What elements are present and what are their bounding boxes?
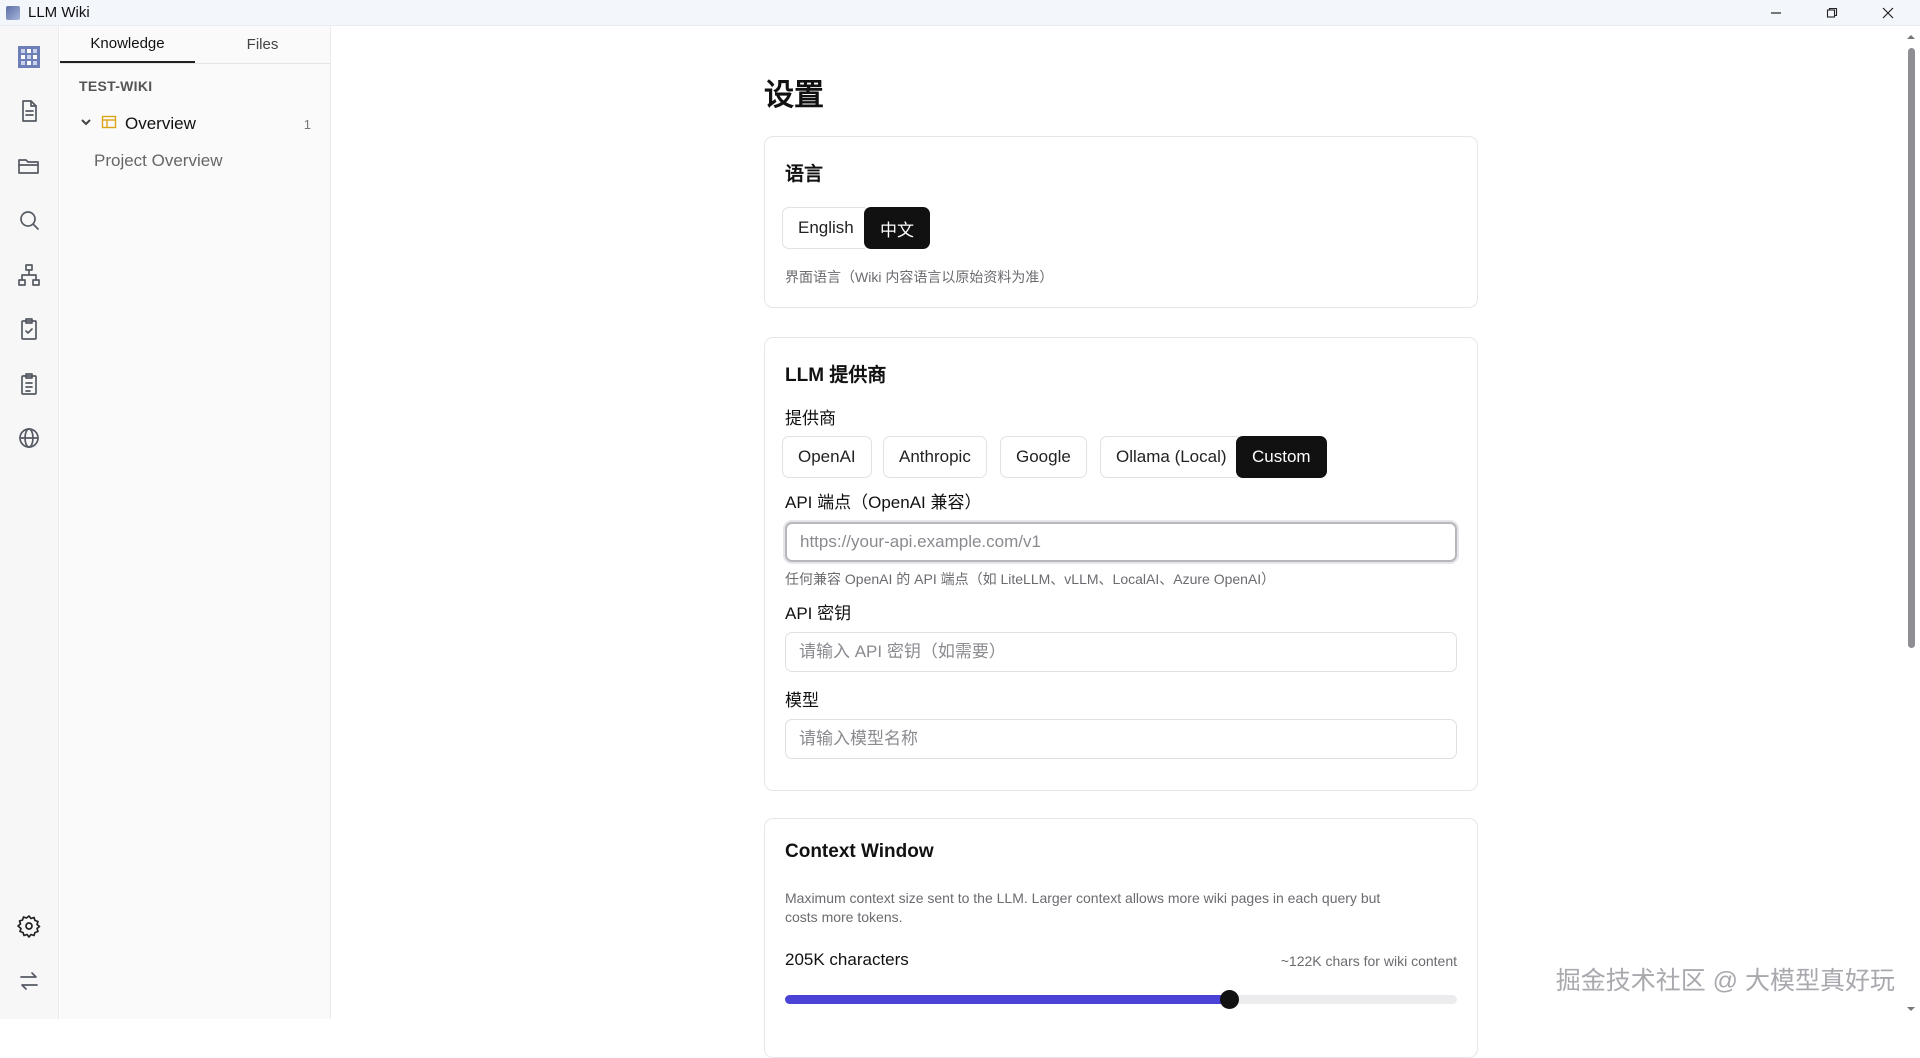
- window-title: LLM Wiki: [28, 4, 90, 21]
- nav-tasks[interactable]: [14, 369, 44, 399]
- provider-google[interactable]: Google: [1000, 436, 1087, 478]
- scroll-up-icon[interactable]: [1906, 32, 1916, 42]
- language-heading: 语言: [785, 159, 823, 186]
- nav-folders[interactable]: [14, 151, 44, 181]
- tree-item-label: Overview: [125, 114, 196, 134]
- provider-label: 提供商: [785, 404, 836, 429]
- table-icon: [101, 114, 117, 135]
- tree-item-overview[interactable]: Overview 1: [60, 109, 331, 139]
- scrollbar-thumb[interactable]: [1908, 48, 1915, 648]
- model-label: 模型: [785, 686, 819, 711]
- context-desc-line2: costs more tokens.: [785, 909, 903, 925]
- wiki-name: TEST-WIKI: [79, 78, 330, 94]
- api-key-input[interactable]: [785, 632, 1457, 672]
- graph-icon: [17, 263, 41, 287]
- context-slider-thumb[interactable]: [1220, 990, 1239, 1009]
- endpoint-label: API 端点（OpenAI 兼容）: [785, 488, 982, 513]
- globe-icon: [17, 426, 41, 450]
- context-window-card: Context Window Maximum context size sent…: [764, 818, 1478, 1058]
- chevron-down-icon[interactable]: [79, 115, 93, 134]
- provider-custom[interactable]: Custom: [1236, 436, 1327, 478]
- model-input[interactable]: [785, 719, 1457, 759]
- close-button[interactable]: [1860, 0, 1916, 26]
- app-grid-button[interactable]: [14, 42, 44, 72]
- tree-item-count: 1: [304, 117, 311, 132]
- language-option-english[interactable]: English: [782, 207, 870, 249]
- minimize-icon: [1770, 7, 1782, 19]
- settings-main: 设置 语言 English 中文 界面语言（Wiki 内容语言以原始资料为准） …: [332, 26, 1902, 1019]
- tree-child-project-overview[interactable]: Project Overview: [94, 151, 222, 171]
- nav-review[interactable]: [14, 314, 44, 344]
- language-card: 语言 English 中文 界面语言（Wiki 内容语言以原始资料为准）: [764, 136, 1478, 308]
- grid-logo-icon: [17, 45, 41, 69]
- context-side-note: ~122K chars for wiki content: [1281, 953, 1457, 969]
- language-option-chinese[interactable]: 中文: [864, 207, 930, 249]
- language-hint: 界面语言（Wiki 内容语言以原始资料为准）: [785, 267, 1053, 287]
- tab-knowledge[interactable]: Knowledge: [60, 26, 195, 63]
- endpoint-input[interactable]: [785, 522, 1457, 562]
- llm-heading: LLM 提供商: [785, 360, 886, 387]
- provider-openai[interactable]: OpenAI: [782, 436, 872, 478]
- context-desc-line1: Maximum context size sent to the LLM. La…: [785, 890, 1380, 906]
- scroll-down-icon[interactable]: [1906, 1004, 1916, 1014]
- nav-web[interactable]: [14, 423, 44, 453]
- gear-icon: [17, 914, 41, 938]
- clipboard-check-icon: [17, 317, 41, 341]
- icon-rail: [0, 26, 59, 1019]
- page-title: 设置: [764, 70, 824, 114]
- llm-provider-card: LLM 提供商 提供商 OpenAI Anthropic Google Olla…: [764, 337, 1478, 791]
- clipboard-list-icon: [17, 372, 41, 396]
- folder-icon: [17, 154, 41, 178]
- endpoint-hint: 任何兼容 OpenAI 的 API 端点（如 LiteLLM、vLLM、Loca…: [785, 569, 1275, 589]
- provider-anthropic[interactable]: Anthropic: [883, 436, 987, 478]
- search-icon: [17, 208, 41, 232]
- watermark: 掘金技术社区 @ 大模型真好玩: [1556, 961, 1895, 997]
- api-key-label: API 密钥: [785, 599, 851, 624]
- nav-settings[interactable]: [14, 911, 44, 941]
- close-icon: [1882, 7, 1894, 19]
- provider-ollama[interactable]: Ollama (Local): [1100, 436, 1243, 478]
- app-logo-icon: [6, 6, 20, 20]
- nav-toggle-sidebar[interactable]: [14, 966, 44, 996]
- context-slider[interactable]: [785, 995, 1457, 1004]
- context-value-label: 205K characters: [785, 950, 909, 970]
- main-scrollbar[interactable]: [1902, 26, 1920, 1019]
- context-heading: Context Window: [785, 841, 934, 863]
- nav-documents[interactable]: [14, 96, 44, 126]
- sidebar: Knowledge Files TEST-WIKI Overview 1 Pro…: [60, 26, 331, 1019]
- sidebar-tabs: Knowledge Files: [60, 26, 330, 64]
- minimize-button[interactable]: [1748, 0, 1804, 26]
- nav-graph[interactable]: [14, 260, 44, 290]
- context-slider-fill: [785, 995, 1229, 1004]
- restore-icon: [1826, 7, 1838, 19]
- restore-button[interactable]: [1804, 0, 1860, 26]
- tab-files[interactable]: Files: [195, 26, 330, 63]
- nav-search[interactable]: [14, 205, 44, 235]
- swap-icon: [17, 969, 41, 993]
- title-bar: LLM Wiki: [0, 0, 1920, 26]
- document-icon: [17, 99, 41, 123]
